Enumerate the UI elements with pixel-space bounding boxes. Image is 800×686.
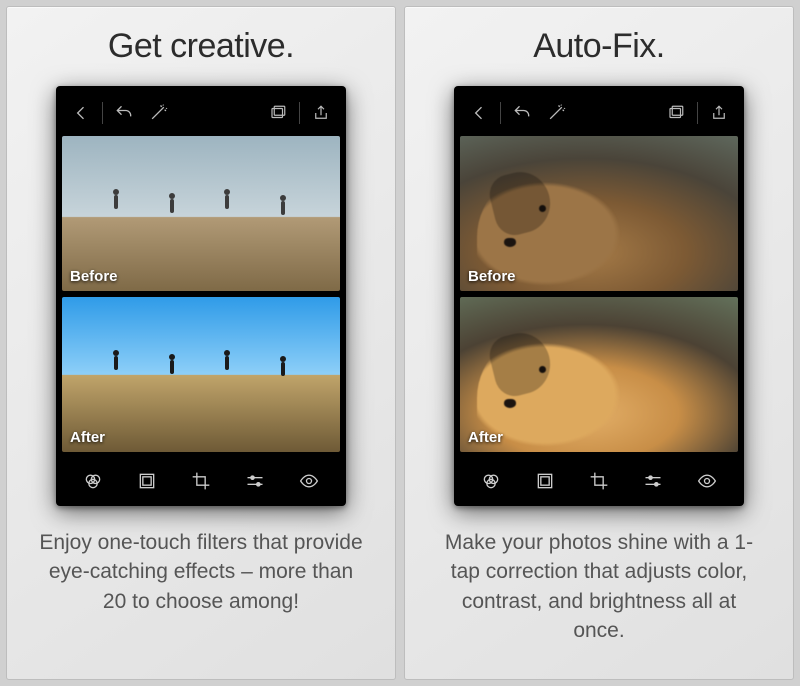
filters-icon[interactable]: [478, 468, 504, 494]
app-bottombar: [460, 458, 738, 500]
wand-icon[interactable]: [543, 100, 569, 126]
after-label: After: [468, 429, 503, 446]
before-label: Before: [468, 268, 516, 285]
promo-card-creative: Get creative. Before After Enjo: [6, 6, 396, 680]
topbar-divider: [500, 102, 501, 124]
after-label: After: [70, 429, 105, 446]
before-label: Before: [70, 268, 118, 285]
redeye-icon[interactable]: [296, 468, 322, 494]
app-bottombar: [62, 458, 340, 500]
gallery-icon[interactable]: [265, 100, 291, 126]
filters-icon[interactable]: [80, 468, 106, 494]
before-image: Before: [460, 136, 738, 291]
app-topbar: [460, 94, 738, 136]
frame-icon[interactable]: [134, 468, 160, 494]
frame-icon[interactable]: [532, 468, 558, 494]
card-title: Auto-Fix.: [533, 27, 665, 66]
before-image: Before: [62, 136, 340, 291]
back-icon[interactable]: [466, 100, 492, 126]
after-image: After: [460, 297, 738, 452]
card-description: Make your photos shine with a 1-tap corr…: [434, 528, 764, 646]
card-title: Get creative.: [108, 27, 294, 66]
undo-icon[interactable]: [509, 100, 535, 126]
gallery-icon[interactable]: [663, 100, 689, 126]
wand-icon[interactable]: [145, 100, 171, 126]
share-icon[interactable]: [706, 100, 732, 126]
promo-card-autofix: Auto-Fix. Before After Make you: [404, 6, 794, 680]
topbar-divider: [299, 102, 300, 124]
card-description: Enjoy one-touch filters that provide eye…: [36, 528, 366, 616]
undo-icon[interactable]: [111, 100, 137, 126]
phone-mock: Before After: [454, 86, 744, 506]
redeye-icon[interactable]: [694, 468, 720, 494]
phone-mock: Before After: [56, 86, 346, 506]
app-topbar: [62, 94, 340, 136]
sliders-icon[interactable]: [640, 468, 666, 494]
after-image: After: [62, 297, 340, 452]
share-icon[interactable]: [308, 100, 334, 126]
sliders-icon[interactable]: [242, 468, 268, 494]
topbar-divider: [102, 102, 103, 124]
back-icon[interactable]: [68, 100, 94, 126]
topbar-divider: [697, 102, 698, 124]
crop-icon[interactable]: [586, 468, 612, 494]
crop-icon[interactable]: [188, 468, 214, 494]
